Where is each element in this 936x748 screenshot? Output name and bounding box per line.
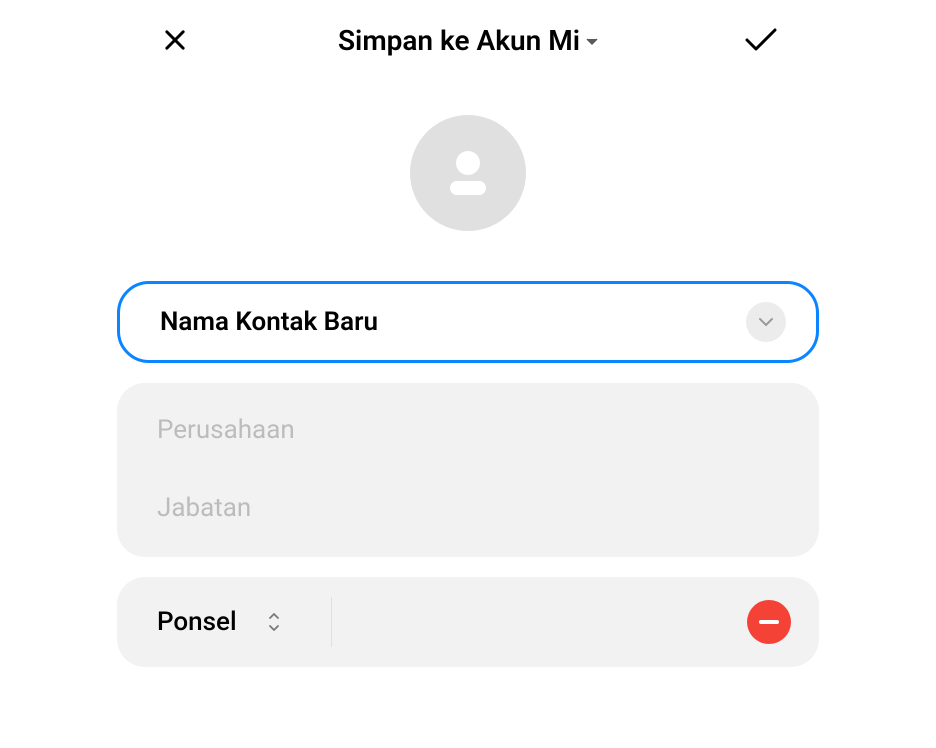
job-field[interactable]: Jabatan <box>117 469 819 557</box>
name-value: Nama Kontak Baru <box>160 307 378 337</box>
remove-phone-button[interactable] <box>747 600 791 644</box>
company-placeholder: Perusahaan <box>157 415 295 445</box>
person-icon <box>438 143 498 203</box>
contact-form: Nama Kontak Baru Perusahaan Jabatan Pons… <box>0 281 936 667</box>
minus-icon <box>759 620 779 624</box>
expand-name-button[interactable] <box>746 302 786 342</box>
divider <box>331 597 332 647</box>
name-field[interactable]: Nama Kontak Baru <box>117 281 819 363</box>
company-field[interactable]: Perusahaan <box>117 383 819 469</box>
phone-block: Ponsel <box>117 577 819 667</box>
chevron-down-icon <box>758 317 774 327</box>
sort-icon <box>267 611 281 633</box>
avatar-section <box>0 80 936 281</box>
phone-type-label: Ponsel <box>157 607 237 637</box>
header: Simpan ke Akun Mi <box>0 0 936 80</box>
close-icon <box>161 26 189 54</box>
confirm-button[interactable] <box>741 20 781 60</box>
company-block: Perusahaan Jabatan <box>117 383 819 557</box>
header-title: Simpan ke Akun Mi <box>338 24 580 57</box>
avatar-button[interactable] <box>410 115 526 231</box>
check-icon <box>744 26 778 54</box>
job-placeholder: Jabatan <box>157 493 251 523</box>
phone-type-selector[interactable]: Ponsel <box>157 597 332 647</box>
chevron-down-icon <box>586 38 598 46</box>
account-selector[interactable]: Simpan ke Akun Mi <box>338 24 598 57</box>
close-button[interactable] <box>155 20 195 60</box>
